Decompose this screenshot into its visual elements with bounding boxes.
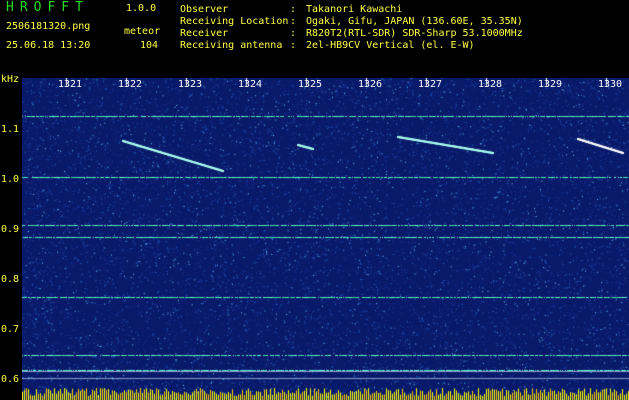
time-label: 1322 <box>118 79 143 90</box>
spectrogram-canvas[interactable] <box>22 78 629 400</box>
time-label: 1326 <box>358 79 383 90</box>
app-version: 1.0.0 <box>126 3 157 14</box>
location-label: Receiving Location <box>180 16 289 27</box>
detection-type: meteor <box>124 26 161 37</box>
date-time: 25.06.18 13:20 <box>6 40 91 51</box>
time-label: 1330 <box>598 79 623 90</box>
colon: : <box>290 16 297 27</box>
antenna-label: Receiving antenna <box>180 40 283 51</box>
time-label: 1329 <box>538 79 563 90</box>
colon: : <box>290 28 297 39</box>
time-label: 1328 <box>478 79 503 90</box>
freq-label: 0.8 <box>1 274 20 285</box>
detection-count: 104 <box>140 40 159 51</box>
colon: : <box>290 40 297 51</box>
freq-label: 1.1 <box>1 124 20 135</box>
observer-value: Takanori Kawachi <box>306 4 403 15</box>
colon: : <box>290 4 297 15</box>
app-title: HROFFT <box>6 0 89 15</box>
freq-unit-label: kHz <box>1 74 20 85</box>
observer-label: Observer <box>180 4 229 15</box>
file-name: 2506181320.png <box>6 21 91 32</box>
header-panel: HROFFT 1.0.0 2506181320.png 25.06.18 13:… <box>0 0 629 72</box>
freq-label: 0.6 <box>1 374 20 385</box>
time-label: 1324 <box>238 79 263 90</box>
receiver-value: R820T2(RTL-SDR) SDR-Sharp 53.1000MHz <box>306 28 523 39</box>
time-label: 1321 <box>58 79 83 90</box>
receiver-label: Receiver <box>180 28 229 39</box>
freq-label: 0.9 <box>1 224 20 235</box>
freq-label: 0.7 <box>1 324 20 335</box>
time-label: 1327 <box>418 79 443 90</box>
antenna-value: 2el-HB9CV Vertical (el. E-W) <box>306 40 475 51</box>
freq-label: 1.0 <box>1 174 20 185</box>
time-label: 1323 <box>178 79 203 90</box>
location-value: Ogaki, Gifu, JAPAN (136.60E, 35.35N) <box>306 16 523 27</box>
time-label: 1325 <box>298 79 323 90</box>
